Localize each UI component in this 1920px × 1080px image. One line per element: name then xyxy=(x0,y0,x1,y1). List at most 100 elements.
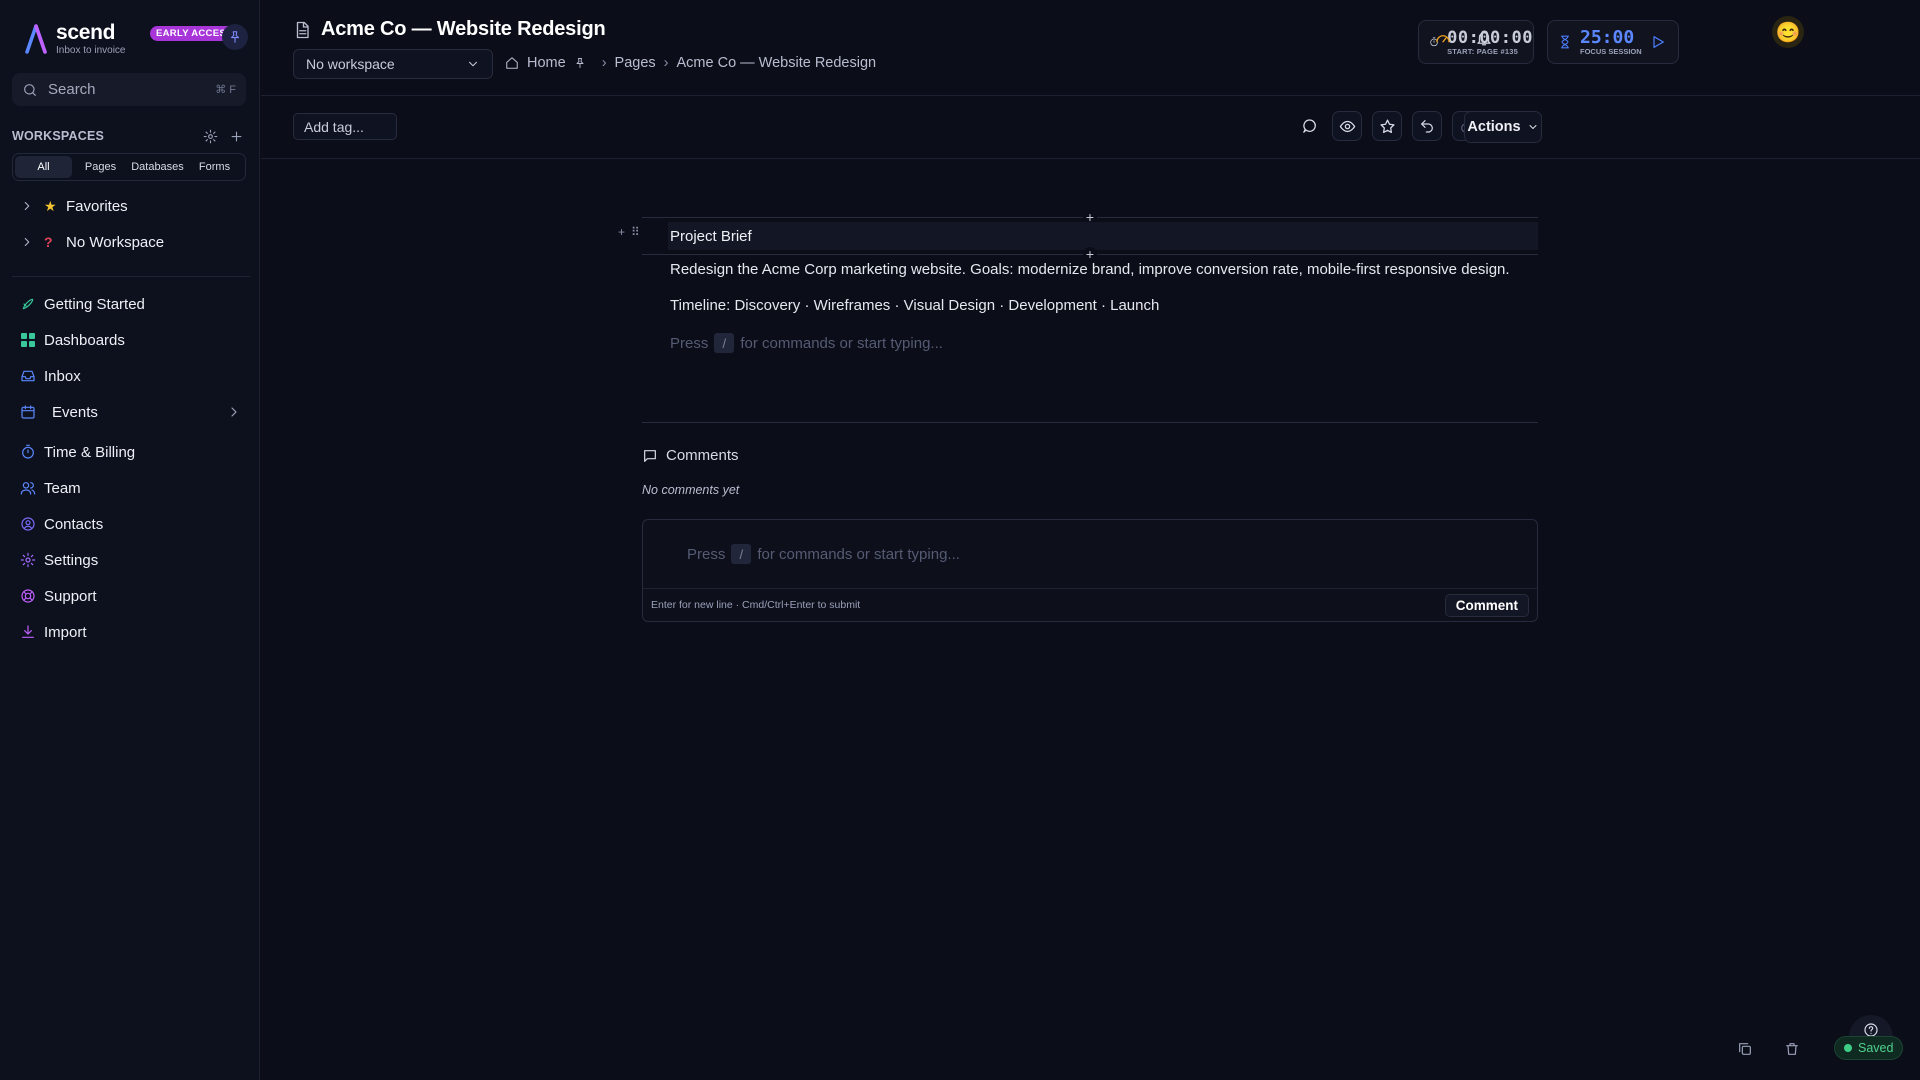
breadcrumb-current[interactable]: Acme Co — Website Redesign xyxy=(677,55,877,71)
timer-icon xyxy=(22,444,34,459)
breadcrumb-separator: › xyxy=(601,55,607,71)
comment-hint: Enter for new line · Cmd/Ctrl+Enter to s… xyxy=(651,599,861,611)
chevron-right-icon xyxy=(24,201,30,211)
sidebar-item-import[interactable]: Import xyxy=(20,617,242,647)
workspaces-header: WORKSPACES xyxy=(12,126,246,146)
duplicate-button[interactable] xyxy=(1734,1038,1756,1060)
comment-submit-button[interactable]: Comment xyxy=(1444,593,1529,617)
search-shortcut: ⌘ F xyxy=(215,84,236,96)
sidebar-item-time-billing[interactable]: Time & Billing xyxy=(20,437,242,467)
favorite-button[interactable] xyxy=(1372,111,1402,141)
slash-key: / xyxy=(714,333,735,353)
download-icon xyxy=(22,625,34,638)
tree-item-favorites[interactable]: ★ Favorites xyxy=(18,192,248,220)
sidebar: scend Inbox to invoice EARLY ACCESS Sear… xyxy=(0,0,260,1080)
delete-button[interactable] xyxy=(1781,1038,1803,1060)
notifications-button[interactable] xyxy=(1472,26,1496,50)
watch-button[interactable] xyxy=(1332,111,1362,141)
tab-databases[interactable]: Databases xyxy=(129,156,186,178)
add-block-icon[interactable]: + xyxy=(618,225,625,239)
comments-divider xyxy=(642,422,1538,423)
undo-button[interactable] xyxy=(1412,111,1442,141)
empty-block-placeholder[interactable]: Press / for commands or start typing... xyxy=(670,333,943,353)
comment-icon xyxy=(644,449,656,462)
sidebar-item-label: Settings xyxy=(44,551,99,569)
logo-icon xyxy=(25,24,47,54)
breadcrumb-pages[interactable]: Pages xyxy=(615,55,656,71)
comments-header: Comments xyxy=(642,447,739,464)
chevron-down-icon xyxy=(468,61,478,67)
tree-item-label: Favorites xyxy=(66,197,128,215)
add-tag-input[interactable]: Add tag... xyxy=(293,113,397,140)
paragraph-block[interactable]: Redesign the Acme Corp marketing website… xyxy=(670,261,1510,278)
sidebar-item-label: Import xyxy=(44,623,87,641)
save-status-badge: Saved xyxy=(1834,1036,1904,1060)
search-input[interactable]: Search ⌘ F xyxy=(12,73,246,106)
gauge-icon xyxy=(1436,35,1450,43)
sidebar-item-support[interactable]: Support xyxy=(20,581,242,611)
avatar[interactable]: 😊 xyxy=(1772,16,1804,48)
workspaces-title: WORKSPACES xyxy=(12,129,105,143)
sidebar-item-contacts[interactable]: Contacts xyxy=(20,509,242,539)
tree-item-label: No Workspace xyxy=(66,233,165,251)
insert-block-plus-icon[interactable]: + xyxy=(1083,246,1097,262)
page-header: Acme Co — Website Redesign No workspace … xyxy=(261,0,1920,96)
workspace-select-value: No workspace xyxy=(306,56,395,72)
sidebar-item-team[interactable]: Team xyxy=(20,473,242,503)
contact-icon xyxy=(21,517,35,531)
star-icon xyxy=(1379,118,1395,133)
sidebar-divider xyxy=(12,276,250,277)
hourglass-icon xyxy=(1560,35,1570,49)
focus-sub: FOCUS SESSION xyxy=(1580,46,1642,56)
sidebar-item-settings[interactable]: Settings xyxy=(20,545,242,575)
tab-pages[interactable]: Pages xyxy=(72,156,129,178)
sidebar-item-getting-started[interactable]: Getting Started xyxy=(20,289,242,319)
sidebar-item-label: Dashboards xyxy=(44,331,125,349)
block-handle[interactable]: + ⠿ xyxy=(618,225,640,239)
comments-button[interactable] xyxy=(1294,111,1324,141)
comment-input[interactable]: Press / for commands or start typing... xyxy=(687,544,960,564)
pin-button[interactable] xyxy=(222,24,248,50)
workspace-select[interactable]: No workspace xyxy=(293,49,493,79)
speech-bubble-icon xyxy=(1302,118,1316,133)
play-icon[interactable] xyxy=(1650,34,1666,50)
comment-editor[interactable]: Press / for commands or start typing... … xyxy=(642,519,1538,622)
actions-menu-button[interactable]: Actions xyxy=(1464,111,1542,143)
placeholder-suffix: for commands or start typing... xyxy=(740,334,943,352)
focus-session[interactable]: 25:00 FOCUS SESSION xyxy=(1547,20,1679,64)
workspace-settings-button[interactable] xyxy=(200,126,220,146)
brand-name: scend xyxy=(56,21,116,44)
sidebar-item-events[interactable]: Events xyxy=(20,397,242,427)
tab-forms[interactable]: Forms xyxy=(186,156,243,178)
question-icon: ? xyxy=(44,234,53,250)
sidebar-item-dashboards[interactable]: Dashboards xyxy=(20,325,242,355)
paragraph-block[interactable]: Timeline: Discovery · Wireframes · Visua… xyxy=(670,297,1159,314)
placeholder-prefix: Press xyxy=(670,334,709,352)
chevron-down-icon xyxy=(1529,125,1537,129)
comments-title: Comments xyxy=(666,447,739,464)
slash-key: / xyxy=(731,544,752,564)
tree-item-no-workspace[interactable]: ? No Workspace xyxy=(18,228,248,256)
grid-icon xyxy=(21,333,35,347)
comment-footer: Enter for new line · Cmd/Ctrl+Enter to s… xyxy=(643,588,1537,621)
brand[interactable]: scend Inbox to invoice EARLY ACCESS xyxy=(24,21,239,56)
sidebar-item-label: Team xyxy=(44,479,81,497)
drag-handle-icon[interactable]: ⠿ xyxy=(631,225,640,239)
add-workspace-button[interactable] xyxy=(226,126,246,146)
trash-icon xyxy=(1786,1043,1798,1055)
saved-label: Saved xyxy=(1858,1041,1894,1055)
tab-all[interactable]: All xyxy=(15,156,72,178)
pin-icon xyxy=(230,31,240,43)
inbox-icon xyxy=(21,370,35,382)
comment-placeholder-suffix: for commands or start typing... xyxy=(757,545,960,563)
speedometer-button[interactable] xyxy=(1431,26,1455,50)
focus-value: 25:00 xyxy=(1580,26,1635,48)
sidebar-item-label: Getting Started xyxy=(44,295,145,313)
breadcrumb-home[interactable]: Home xyxy=(527,55,566,71)
page-title-text: Acme Co — Website Redesign xyxy=(321,18,606,40)
chevron-right-icon xyxy=(231,407,237,417)
pin-icon[interactable] xyxy=(574,57,586,69)
sidebar-item-inbox[interactable]: Inbox xyxy=(20,361,242,391)
heading-block[interactable]: Project Brief xyxy=(668,222,1538,250)
saved-dot xyxy=(1844,1044,1852,1052)
